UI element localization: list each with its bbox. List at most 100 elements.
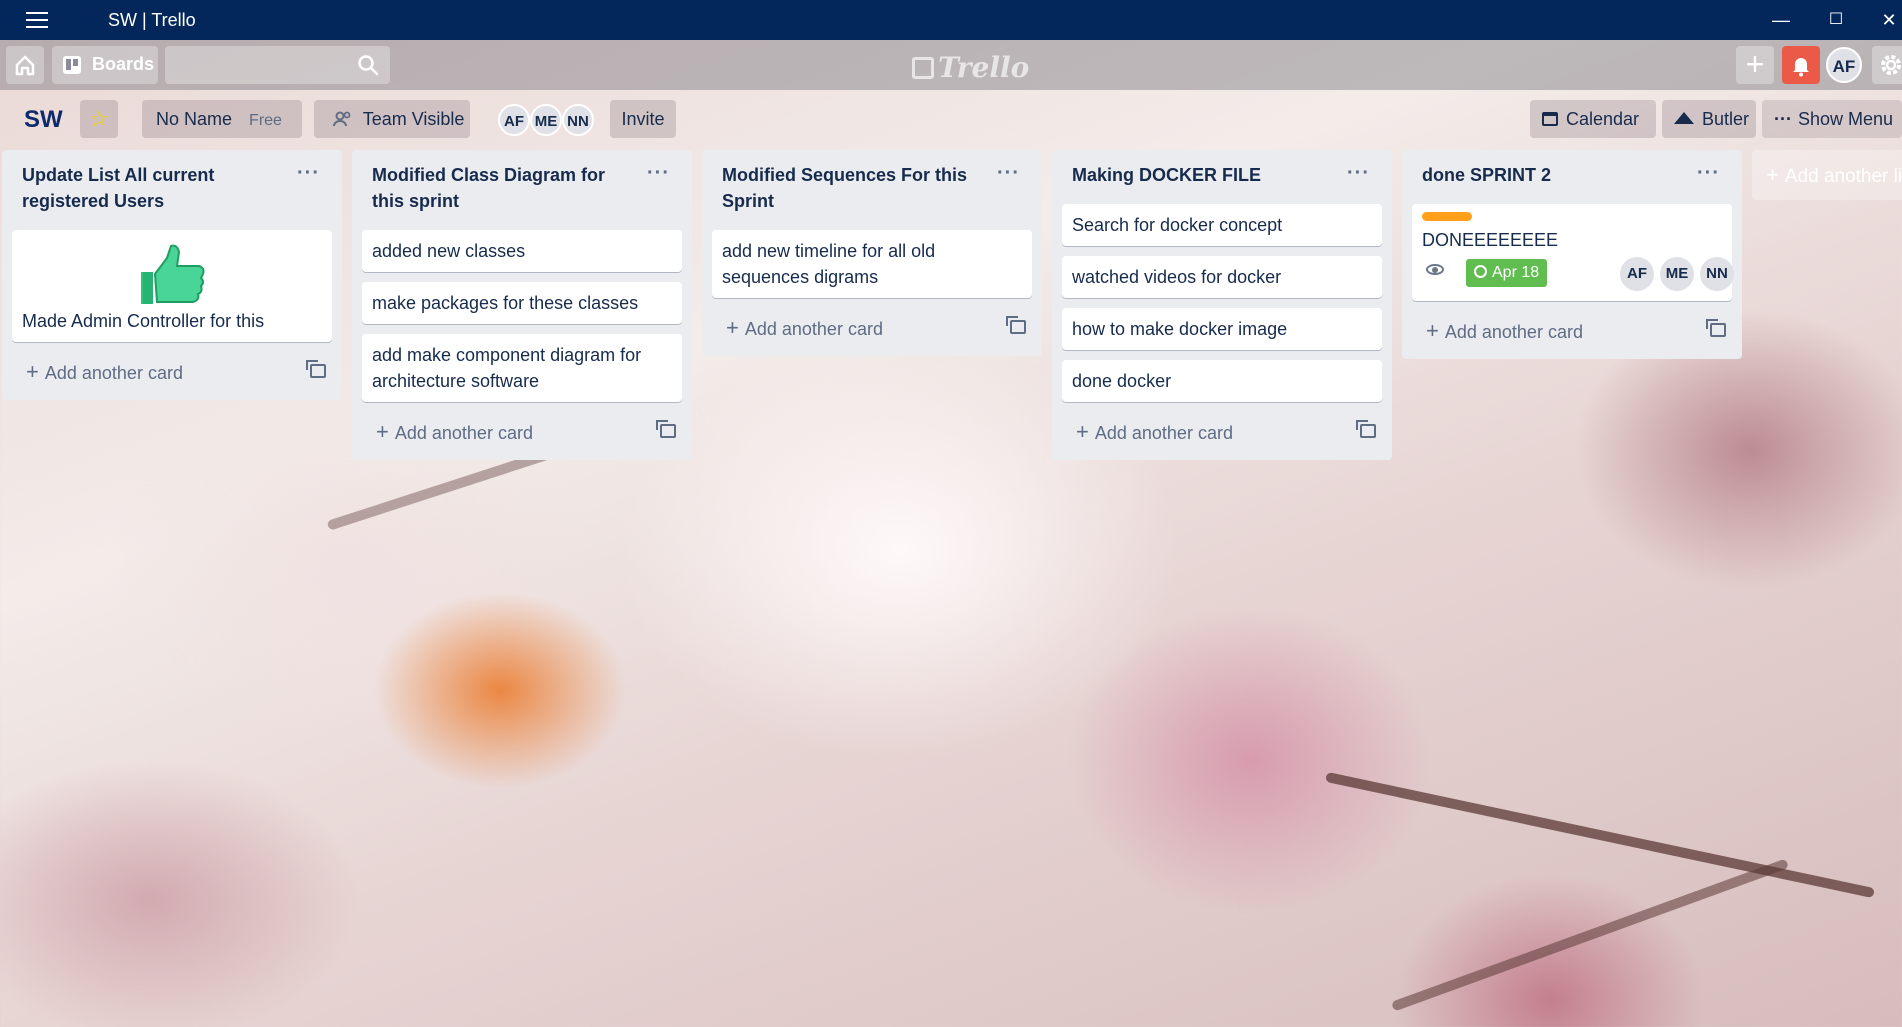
- app-header: Boards Trello +: [0, 40, 1902, 90]
- trello-logo-icon: [912, 57, 934, 79]
- list-title-text: Making DOCKER FILE: [1072, 165, 1262, 185]
- card[interactable]: done docker: [1062, 360, 1382, 402]
- card-cover-image: [22, 238, 322, 308]
- list-menu-icon[interactable]: ···: [647, 160, 670, 186]
- minimize-icon[interactable]: —: [1768, 8, 1794, 32]
- list-title-text: Modified Sequences For this Sprint: [722, 165, 968, 211]
- card[interactable]: how to make docker image: [1062, 308, 1382, 350]
- add-card-button[interactable]: + Add another card: [362, 412, 682, 452]
- plus-icon: +: [26, 359, 39, 384]
- list-title-text: done SPRINT 2: [1422, 165, 1552, 185]
- due-date-badge[interactable]: Apr 18: [1466, 259, 1548, 287]
- list-title-text: Update List All current registered Users: [22, 165, 215, 211]
- search-icon[interactable]: [356, 53, 380, 77]
- window-title: SW | Trello: [108, 10, 196, 30]
- background-branch: [1325, 771, 1875, 899]
- home-button[interactable]: [6, 46, 44, 84]
- card-label[interactable]: [1422, 212, 1472, 221]
- board-title[interactable]: SW: [24, 106, 63, 134]
- card[interactable]: add new timeline for all old sequences d…: [712, 230, 1032, 298]
- add-card-button[interactable]: + Add another card: [12, 352, 332, 392]
- add-list-label: Add another list: [1784, 166, 1902, 187]
- user-avatar[interactable]: AF: [1826, 47, 1862, 83]
- list-title[interactable]: Update List All current registered Users…: [12, 150, 332, 220]
- visibility-button[interactable]: Team Visible: [314, 100, 470, 138]
- add-card-label: Add another card: [1094, 423, 1233, 443]
- boards-button[interactable]: Boards: [52, 46, 158, 84]
- member-avatar[interactable]: NN: [562, 104, 594, 136]
- create-button[interactable]: +: [1736, 46, 1774, 84]
- background-branch: [1390, 858, 1790, 1012]
- card[interactable]: Made Admin Controller for this: [12, 230, 332, 342]
- plan-badge: Free: [249, 112, 282, 129]
- hamburger-menu-icon[interactable]: [26, 12, 48, 28]
- add-card-button[interactable]: + Add another card: [1062, 412, 1382, 452]
- card[interactable]: added new classes: [362, 230, 682, 272]
- close-icon[interactable]: ✕: [1876, 8, 1902, 32]
- list: Modified Class Diagram for this sprint ·…: [352, 150, 692, 460]
- boards-label: Boards: [92, 54, 155, 74]
- card[interactable]: watched videos for docker: [1062, 256, 1382, 298]
- plus-icon: +: [1076, 419, 1089, 444]
- list-title[interactable]: Modified Class Diagram for this sprint ·…: [362, 150, 682, 220]
- add-card-button[interactable]: + Add another card: [1412, 311, 1732, 351]
- trello-logo[interactable]: Trello: [912, 51, 1029, 84]
- card-member-avatar[interactable]: ME: [1660, 257, 1694, 291]
- list-title[interactable]: Modified Sequences For this Sprint ···: [712, 150, 1032, 220]
- gear-icon: [1881, 55, 1901, 75]
- card-template-icon[interactable]: [656, 420, 676, 438]
- notifications-button[interactable]: [1782, 46, 1820, 84]
- plus-icon: +: [1426, 318, 1439, 343]
- list-title-text: Modified Class Diagram for this sprint: [372, 165, 606, 211]
- add-list-button[interactable]: +Add another list: [1752, 150, 1902, 200]
- card-template-icon[interactable]: [1706, 319, 1726, 337]
- list-menu-icon[interactable]: ···: [1697, 160, 1720, 186]
- list-title[interactable]: Making DOCKER FILE ···: [1062, 150, 1382, 194]
- add-card-button[interactable]: + Add another card: [712, 308, 1032, 348]
- star-button[interactable]: ☆: [80, 100, 118, 138]
- window-titlebar: SW | Trello — ☐ ✕: [0, 0, 1902, 40]
- calendar-button[interactable]: Calendar: [1530, 100, 1656, 138]
- card[interactable]: make packages for these classes: [362, 282, 682, 324]
- plus-icon: +: [1766, 162, 1779, 187]
- list-menu-icon[interactable]: ···: [297, 160, 320, 186]
- member-avatar[interactable]: AF: [498, 104, 530, 136]
- card-title: DONEEEEEEEE: [1422, 230, 1559, 250]
- invite-button[interactable]: Invite: [610, 100, 676, 138]
- more-icon: ···: [1774, 109, 1792, 129]
- board-icon: [63, 56, 81, 74]
- list-menu-icon[interactable]: ···: [997, 160, 1020, 186]
- plus-icon: +: [726, 315, 739, 340]
- butler-label: Butler: [1702, 109, 1750, 129]
- card[interactable]: Search for docker concept: [1062, 204, 1382, 246]
- plus-icon: +: [376, 419, 389, 444]
- card-template-icon[interactable]: [1356, 420, 1376, 438]
- card-badges: Apr 18 AF ME NN: [1422, 257, 1734, 293]
- settings-button[interactable]: [1872, 46, 1902, 84]
- clock-icon: [1474, 265, 1487, 278]
- trello-logo-text: Trello: [938, 51, 1030, 84]
- add-card-label: Add another card: [744, 319, 883, 339]
- visibility-label: Team Visible: [362, 109, 465, 129]
- bell-icon: [1793, 58, 1809, 77]
- list-title[interactable]: done SPRINT 2 ···: [1412, 150, 1732, 194]
- maximize-icon[interactable]: ☐: [1823, 8, 1849, 32]
- card-member-avatar[interactable]: NN: [1700, 257, 1734, 291]
- card-title: Made Admin Controller for this: [22, 311, 265, 331]
- card[interactable]: add make component diagram for architect…: [362, 334, 682, 402]
- butler-button[interactable]: Butler: [1662, 100, 1756, 138]
- card-template-icon[interactable]: [306, 360, 326, 378]
- list-menu-icon[interactable]: ···: [1347, 160, 1370, 186]
- card-member-avatar[interactable]: AF: [1620, 257, 1654, 291]
- card-template-icon[interactable]: [1006, 316, 1026, 334]
- member-avatar[interactable]: ME: [530, 104, 562, 136]
- show-menu-button[interactable]: ··· Show Menu: [1762, 100, 1902, 138]
- team-icon: [333, 111, 351, 127]
- list: Modified Sequences For this Sprint ··· a…: [702, 150, 1042, 356]
- workspace-button[interactable]: No Name Free: [142, 100, 302, 138]
- plus-icon: +: [1745, 46, 1765, 82]
- search-input[interactable]: [165, 46, 390, 84]
- card[interactable]: DONEEEEEEEE Apr 18 AF ME NN: [1412, 204, 1734, 301]
- invite-label: Invite: [621, 109, 665, 129]
- butler-icon: [1674, 112, 1694, 124]
